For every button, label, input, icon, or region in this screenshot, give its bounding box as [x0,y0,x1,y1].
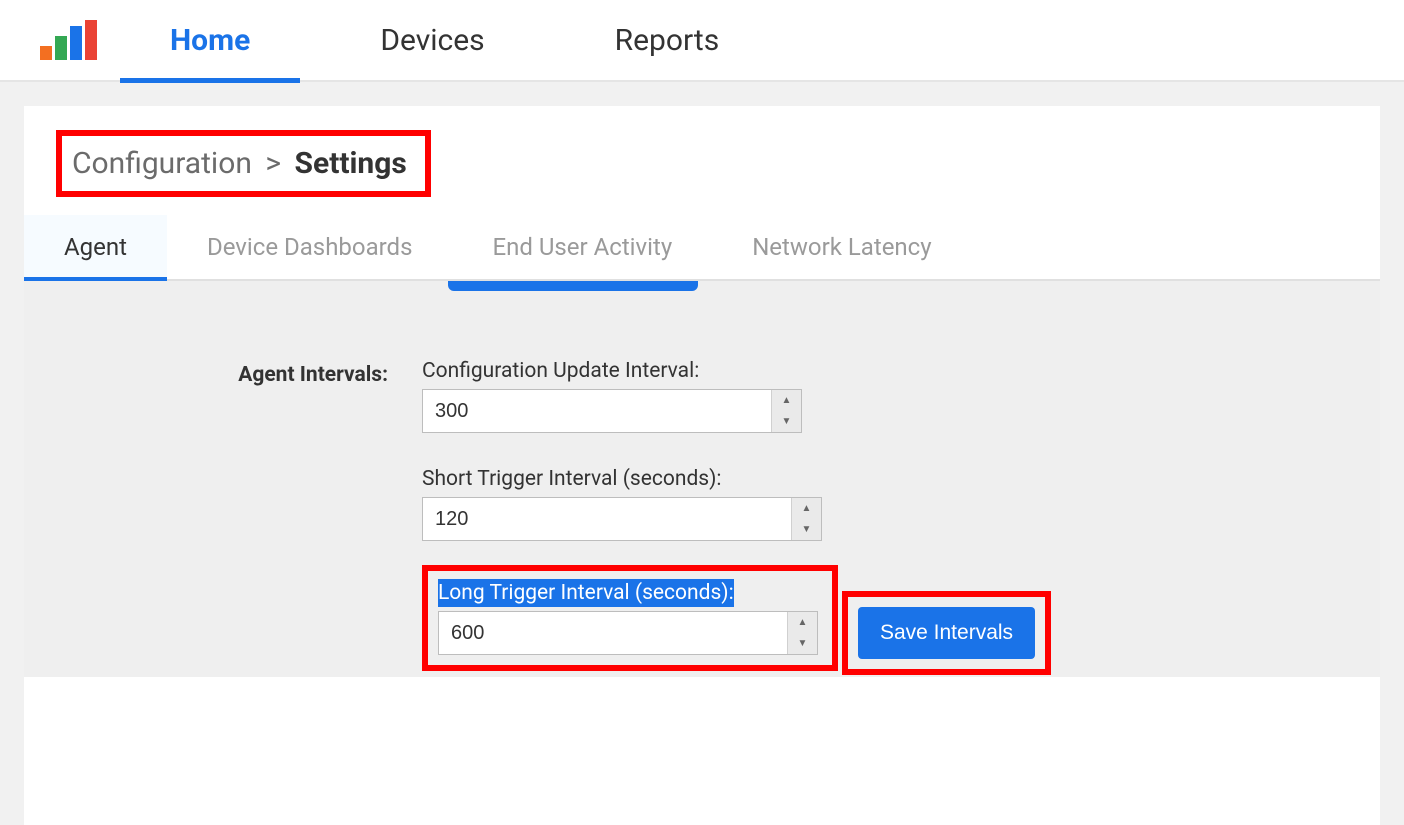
page-body: Configuration > Settings Agent Device Da… [0,82,1404,825]
primary-nav: Home Devices Reports [170,0,719,81]
tab-end-user-activity[interactable]: End User Activity [452,215,712,279]
chevron-down-icon[interactable]: ▼ [772,411,801,432]
logo-icon [40,20,100,60]
breadcrumb-separator: > [265,146,281,181]
tab-agent[interactable]: Agent [24,215,167,279]
long-trigger-highlight: Long Trigger Interval (seconds): ▲ ▼ [422,565,838,671]
long-trigger-input[interactable] [439,612,787,654]
long-trigger-label-wrap: Long Trigger Interval (seconds): [438,581,818,605]
settings-subtabs: Agent Device Dashboards End User Activit… [24,215,1380,281]
config-update-input[interactable] [423,390,771,432]
breadcrumb-row: Configuration > Settings [24,106,1380,197]
nav-devices[interactable]: Devices [380,0,484,81]
section-label-col: Agent Intervals: [24,281,418,677]
config-update-field[interactable]: ▲ ▼ [422,389,802,433]
long-trigger-label: Long Trigger Interval (seconds): [438,579,734,607]
chevron-down-icon[interactable]: ▼ [788,633,817,654]
short-trigger-group: Short Trigger Interval (seconds): ▲ ▼ [422,467,1380,541]
tab-device-dashboards[interactable]: Device Dashboards [167,215,453,279]
config-update-spinner[interactable]: ▲ ▼ [771,390,801,432]
tab-network-latency[interactable]: Network Latency [712,215,971,279]
config-update-label: Configuration Update Interval: [422,359,1380,383]
long-trigger-field[interactable]: ▲ ▼ [438,611,818,655]
save-intervals-highlight: Save Intervals [842,591,1051,675]
breadcrumb-current: Settings [295,146,407,181]
short-trigger-input[interactable] [423,498,791,540]
short-trigger-label: Short Trigger Interval (seconds): [422,467,1380,491]
config-update-group: Configuration Update Interval: ▲ ▼ [422,359,1380,433]
breadcrumb-parent[interactable]: Configuration [72,146,252,181]
content-area: Agent Intervals: Configuration Update In… [24,281,1380,677]
chevron-up-icon[interactable]: ▲ [792,498,821,519]
short-trigger-spinner[interactable]: ▲ ▼ [791,498,821,540]
top-nav: Home Devices Reports [0,0,1404,82]
partial-button-sliver [448,281,698,291]
agent-intervals-label: Agent Intervals: [238,363,388,387]
breadcrumb-highlight: Configuration > Settings [56,130,431,197]
settings-card: Configuration > Settings Agent Device Da… [24,106,1380,825]
chevron-down-icon[interactable]: ▼ [792,519,821,540]
breadcrumb: Configuration > Settings [72,146,407,181]
form-col: Configuration Update Interval: ▲ ▼ Short… [418,281,1380,677]
form-stack: Configuration Update Interval: ▲ ▼ Short… [418,325,1380,677]
nav-reports[interactable]: Reports [615,0,720,81]
short-trigger-field[interactable]: ▲ ▼ [422,497,822,541]
nav-home[interactable]: Home [170,0,250,81]
save-intervals-button[interactable]: Save Intervals [858,607,1035,659]
chevron-up-icon[interactable]: ▲ [788,612,817,633]
long-trigger-spinner[interactable]: ▲ ▼ [787,612,817,654]
chevron-up-icon[interactable]: ▲ [772,390,801,411]
